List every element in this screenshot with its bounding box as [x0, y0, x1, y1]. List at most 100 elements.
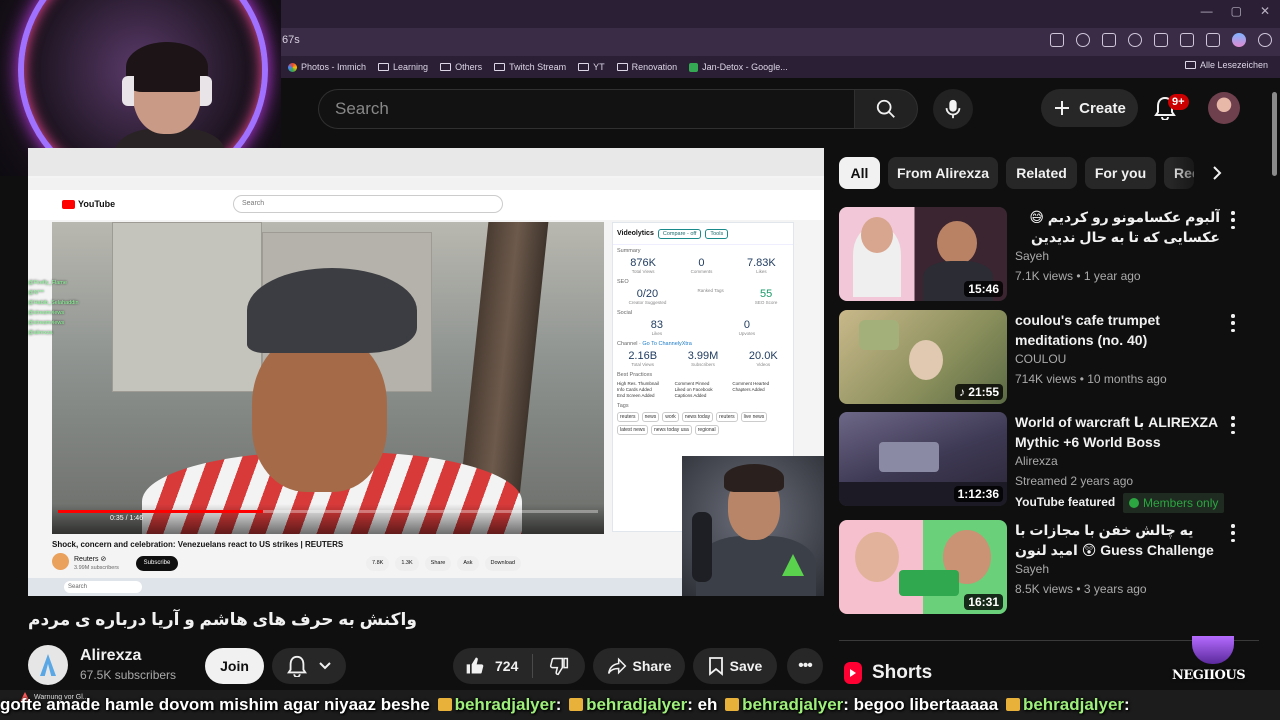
vl-tags-label: Tags [617, 403, 629, 409]
shorts-header: Shorts [844, 662, 932, 684]
vl-practice: Comment Pinned [674, 381, 710, 386]
save-label: Save [729, 658, 763, 674]
bookmark-twitch-stream[interactable]: Twitch Stream [494, 62, 566, 72]
window-controls: — ▢ ✕ [1201, 4, 1270, 18]
channel-name[interactable]: Alirexza [80, 647, 141, 665]
menu-icon[interactable] [1258, 33, 1272, 47]
more-options-icon[interactable] [1229, 314, 1237, 332]
recommendation-meta: 7.1K views • 1 year ago [1015, 269, 1141, 283]
vl-best-practices-label: Best Practices [617, 372, 653, 378]
inner-browser-tabs [28, 148, 824, 176]
vl-label: Total Views [631, 362, 655, 367]
recommendation-title[interactable]: یه چالش خفن با مجازات با امید لنون 😲 Gue… [1015, 520, 1220, 560]
chat-line: @Firefly_Flame [28, 280, 67, 286]
recommendation-item[interactable]: 15:46 آلبوم عکسامونو رو کردیم 😅 عکسایی ک… [839, 207, 1259, 303]
chevron-right-icon [1213, 166, 1222, 180]
cup-icon [1192, 636, 1234, 664]
cast-icon[interactable] [1050, 33, 1064, 47]
vl-practice: Chapters Added [732, 387, 765, 392]
more-options-icon[interactable] [1229, 416, 1237, 434]
scrollbar-thumb[interactable] [1272, 92, 1277, 176]
vl-value: 7.83K [746, 257, 776, 269]
recommendation-item[interactable]: ♪ 21:55 coulou's cafe trumpet meditation… [839, 310, 1259, 406]
vl-stat: 83 Likes [651, 319, 663, 336]
bookmark-label: Renovation [631, 62, 678, 72]
recommendation-item[interactable]: 1:12:36 World of warcraft با ALIREXZA My… [839, 412, 1259, 513]
vl-practice: Liked on Facebook [674, 387, 713, 392]
more-options-icon[interactable] [1229, 211, 1237, 229]
channel-avatar[interactable] [28, 645, 68, 685]
recommendation-channel[interactable]: Sayeh [1015, 562, 1049, 576]
more-options-icon[interactable] [1229, 524, 1237, 542]
profile-avatar[interactable] [1232, 33, 1246, 47]
puzzle-icon[interactable] [1154, 33, 1168, 47]
recommendation-channel[interactable]: Alirexza [1015, 454, 1058, 468]
immich-icon [288, 62, 297, 72]
account-avatar[interactable] [1208, 92, 1240, 124]
inner-ask: Ask [457, 556, 479, 571]
vl-tag: regional [694, 425, 719, 435]
url-text[interactable]: 67s [282, 34, 300, 46]
inner-share: Share [424, 556, 452, 571]
streamer-brand-logo: NEGIIOUS [1168, 630, 1258, 690]
subscription-bell-button[interactable] [272, 648, 346, 684]
like-button[interactable]: 724 [453, 654, 533, 678]
extension-icon[interactable] [1128, 33, 1142, 47]
download-icon[interactable] [1180, 33, 1194, 47]
chip-for-you[interactable]: For you [1085, 157, 1156, 189]
video-thumbnail[interactable]: 1:12:36 [839, 412, 1007, 506]
dislike-button[interactable] [533, 656, 585, 676]
chip-related[interactable]: Related [1006, 157, 1077, 189]
save-button[interactable]: Save [693, 648, 777, 684]
chat-username: behradjalyer [1022, 695, 1125, 714]
media-icon[interactable] [1206, 33, 1220, 47]
chip-from-alirexza[interactable]: From Alirexza [888, 157, 998, 189]
recommendation-title[interactable]: coulou's cafe trumpet meditations (no. 4… [1015, 310, 1220, 350]
video-thumbnail[interactable]: 16:31 [839, 520, 1007, 614]
recommendation-channel[interactable]: COULOU [1015, 352, 1066, 366]
bookmark-yt[interactable]: YT [578, 62, 605, 72]
chip-all[interactable]: All [839, 157, 880, 189]
chips-next-button[interactable] [1204, 161, 1230, 185]
thumbs-down-icon [549, 657, 569, 676]
bookmark-label: YT [593, 62, 605, 72]
vl-practice: Captions Added [674, 393, 707, 398]
join-button[interactable]: Join [205, 648, 264, 684]
video-thumbnail[interactable]: 15:46 [839, 207, 1007, 301]
voice-search-button[interactable] [933, 89, 973, 129]
vl-label: Likes [756, 269, 767, 274]
more-actions-button[interactable]: ••• [787, 648, 823, 684]
minimize-icon[interactable]: — [1201, 4, 1213, 18]
recommendation-channel[interactable]: Sayeh [1015, 249, 1049, 263]
vl-practice: Info Cards Added [617, 387, 652, 392]
folder-icon [578, 63, 590, 71]
all-bookmarks[interactable]: Alle Lesezeichen [1184, 60, 1268, 70]
vl-channel-row: 2.16B Total Views 3.99M Subscribers 20.0K V… [613, 348, 793, 369]
search-input[interactable]: Search [318, 89, 854, 129]
star-icon[interactable] [1102, 33, 1116, 47]
bookmark-renovation[interactable]: Renovation [616, 62, 678, 72]
chat-message: : [1124, 695, 1130, 714]
vl-label: Upvotes [738, 331, 756, 336]
bookmark-learning[interactable]: Learning [378, 62, 428, 72]
recommendation-title[interactable]: World of warcraft با ALIREXZA Mythic +6 … [1015, 412, 1220, 452]
share-button[interactable]: Share [593, 648, 685, 684]
video-thumbnail[interactable]: ♪ 21:55 [839, 310, 1007, 404]
mic-icon [945, 99, 961, 119]
members-only-badge: Members only [1123, 493, 1225, 513]
close-icon[interactable]: ✕ [1260, 4, 1270, 18]
maximize-icon[interactable]: ▢ [1231, 4, 1242, 18]
like-dislike-group: 724 [453, 648, 585, 684]
recommendation-title[interactable]: آلبوم عکسامونو رو کردیم 😅 عکسایی که تا ب… [1015, 207, 1220, 247]
bookmark-immich[interactable]: Photos - Immich [288, 62, 366, 72]
videolytics-title: Videolytics [617, 230, 654, 237]
create-button[interactable]: Create [1041, 89, 1138, 127]
vl-label: Ranked Tags [697, 288, 724, 293]
recommendation-item[interactable]: 16:31 یه چالش خفن با مجازات با امید لنون… [839, 520, 1259, 616]
zoom-icon[interactable] [1076, 33, 1090, 47]
bookmark-others[interactable]: Others [440, 62, 482, 72]
chat-username: behradjalyer [742, 695, 844, 714]
search-button[interactable] [854, 89, 918, 129]
inner-subscribers: 3.99M subscribers [74, 565, 119, 571]
bookmark-jan-detox[interactable]: Jan-Detox - Google... [689, 62, 788, 72]
